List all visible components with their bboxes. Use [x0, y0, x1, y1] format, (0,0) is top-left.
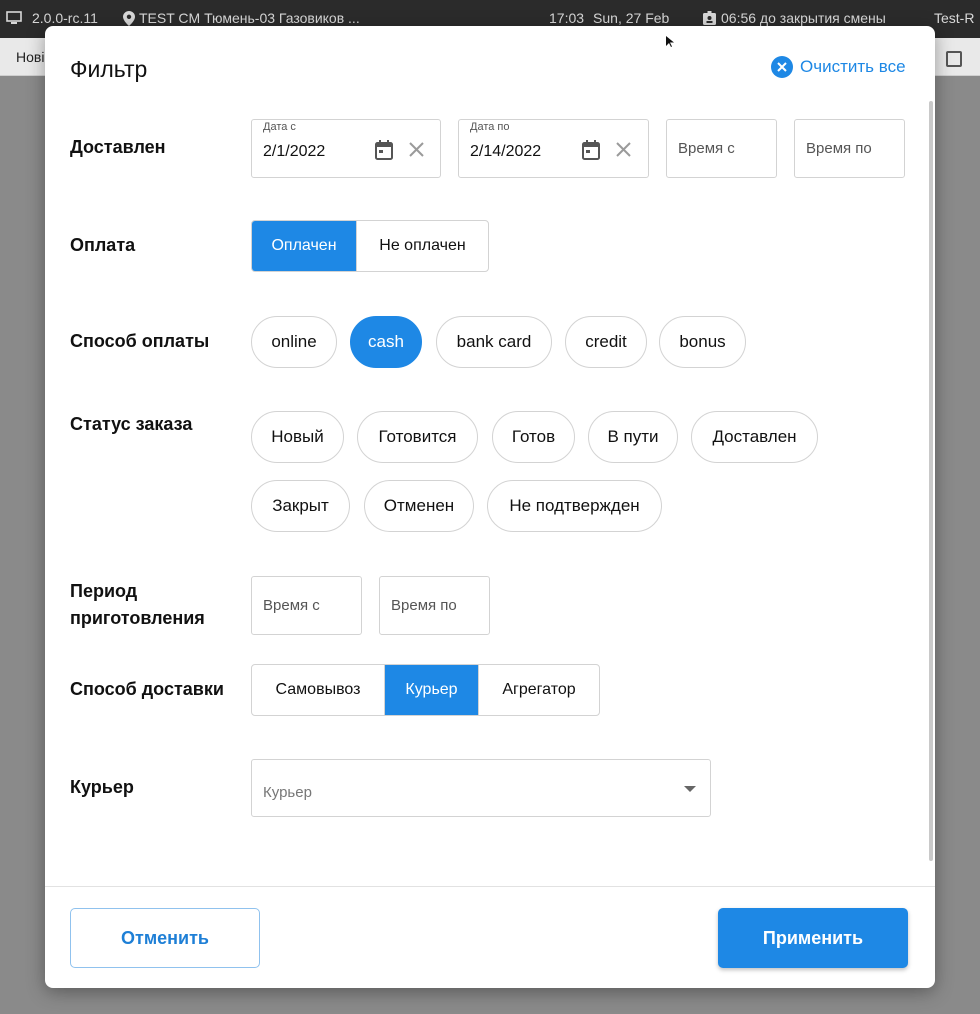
status-chip-in-transit[interactable]: В пути: [588, 411, 678, 463]
cooking-time-to-field[interactable]: Время по: [379, 576, 490, 635]
clear-icon[interactable]: [616, 142, 631, 157]
clock: 17:03 Sun, 27 Feb: [549, 10, 669, 26]
date-to-label: Дата по: [470, 121, 510, 133]
status-chip-unconfirmed[interactable]: Не подтвержден: [487, 480, 662, 532]
date-to-value: 2/14/2022: [470, 143, 542, 160]
order-status-label: Статус заказа: [70, 414, 193, 434]
version-text: 2.0.0-rc.11: [32, 10, 98, 26]
shift-text: 06:56 до закрытия смены: [721, 10, 886, 26]
mouse-cursor-icon: [666, 36, 674, 47]
cooking-period-label: Период приготовления: [70, 578, 205, 632]
toolbar-checkbox: [946, 51, 962, 67]
courier-label: Курьер: [70, 777, 134, 797]
payment-method-chip-cash[interactable]: cash: [350, 316, 422, 368]
cooking-period-label-line1: Период: [70, 581, 138, 601]
version-info: 2.0.0-rc.11: [6, 10, 98, 26]
time-text: 17:03: [549, 10, 585, 26]
user-text: Test-R: [934, 10, 975, 26]
payment-method-chip-online[interactable]: online: [251, 316, 337, 368]
apply-button[interactable]: Применить: [718, 908, 908, 968]
payment-option-unpaid[interactable]: Не оплачен: [357, 221, 488, 271]
id-badge-icon: [703, 10, 716, 25]
date-from-value: 2/1/2022: [263, 143, 326, 160]
clear-all-button[interactable]: Очистить все: [771, 56, 906, 78]
delivery-method-segmented: Самовывоз Курьер Агрегатор: [251, 664, 600, 716]
payment-option-paid[interactable]: Оплачен: [252, 221, 357, 271]
location-info: TEST CM Тюмень-03 Газовиков ...: [123, 10, 360, 26]
dialog-title: Фильтр: [70, 56, 148, 82]
filter-dialog: Фильтр Очистить все Доставлен Дата с 2/1…: [45, 26, 935, 988]
shift-info: 06:56 до закрытия смены: [702, 10, 886, 26]
dropdown-arrow-icon: [684, 786, 696, 792]
location-pin-icon: [123, 10, 135, 26]
user-info: Test-R: [934, 10, 974, 26]
delivered-time-from-field[interactable]: Время с: [666, 119, 777, 178]
date-from-label: Дата с: [263, 121, 296, 133]
status-chip-cancelled[interactable]: Отменен: [364, 480, 474, 532]
delivery-option-pickup[interactable]: Самовывоз: [252, 665, 385, 715]
delivered-time-from-placeholder: Время с: [678, 140, 735, 157]
footer-divider: [45, 886, 935, 887]
delivery-method-label: Способ доставки: [70, 679, 224, 699]
close-circle-icon: [771, 56, 793, 78]
date-from-field[interactable]: Дата с 2/1/2022: [251, 119, 441, 178]
calendar-icon[interactable]: [375, 140, 393, 160]
delivery-option-aggregator[interactable]: Агрегатор: [479, 665, 599, 715]
clear-all-label: Очистить все: [800, 57, 906, 76]
monitor-icon: [6, 11, 22, 24]
delivered-time-to-placeholder: Время по: [806, 140, 872, 157]
payment-method-chip-bank-card[interactable]: bank card: [436, 316, 552, 368]
delivery-option-courier[interactable]: Курьер: [385, 665, 479, 715]
location-text: TEST CM Тюмень-03 Газовиков ...: [139, 10, 360, 26]
cancel-button[interactable]: Отменить: [70, 908, 260, 968]
status-chip-ready[interactable]: Готов: [492, 411, 575, 463]
cooking-time-from-placeholder: Время с: [263, 597, 320, 614]
payment-label: Оплата: [70, 235, 136, 255]
payment-method-chip-bonus[interactable]: bonus: [659, 316, 746, 368]
status-chip-cooking[interactable]: Готовится: [357, 411, 478, 463]
app-tab-label: Нові: [16, 49, 45, 65]
delivered-label: Доставлен: [70, 137, 166, 157]
status-chip-closed[interactable]: Закрыт: [251, 480, 350, 532]
status-chip-delivered[interactable]: Доставлен: [691, 411, 818, 463]
status-chip-new[interactable]: Новый: [251, 411, 344, 463]
date-to-field[interactable]: Дата по 2/14/2022: [458, 119, 649, 178]
dialog-scrollbar[interactable]: [929, 101, 933, 861]
cooking-time-to-placeholder: Время по: [391, 597, 457, 614]
cooking-time-from-field[interactable]: Время с: [251, 576, 362, 635]
courier-select-placeholder: Курьер: [263, 784, 312, 801]
clear-icon[interactable]: [409, 142, 424, 157]
delivered-time-to-field[interactable]: Время по: [794, 119, 905, 178]
date-text: Sun, 27 Feb: [593, 10, 670, 26]
cooking-period-label-line2: приготовления: [70, 608, 205, 628]
payment-method-chip-credit[interactable]: credit: [565, 316, 647, 368]
payment-method-label: Способ оплаты: [70, 331, 210, 351]
courier-select[interactable]: Курьер: [251, 759, 711, 817]
calendar-icon[interactable]: [582, 140, 600, 160]
payment-segmented: Оплачен Не оплачен: [251, 220, 489, 272]
